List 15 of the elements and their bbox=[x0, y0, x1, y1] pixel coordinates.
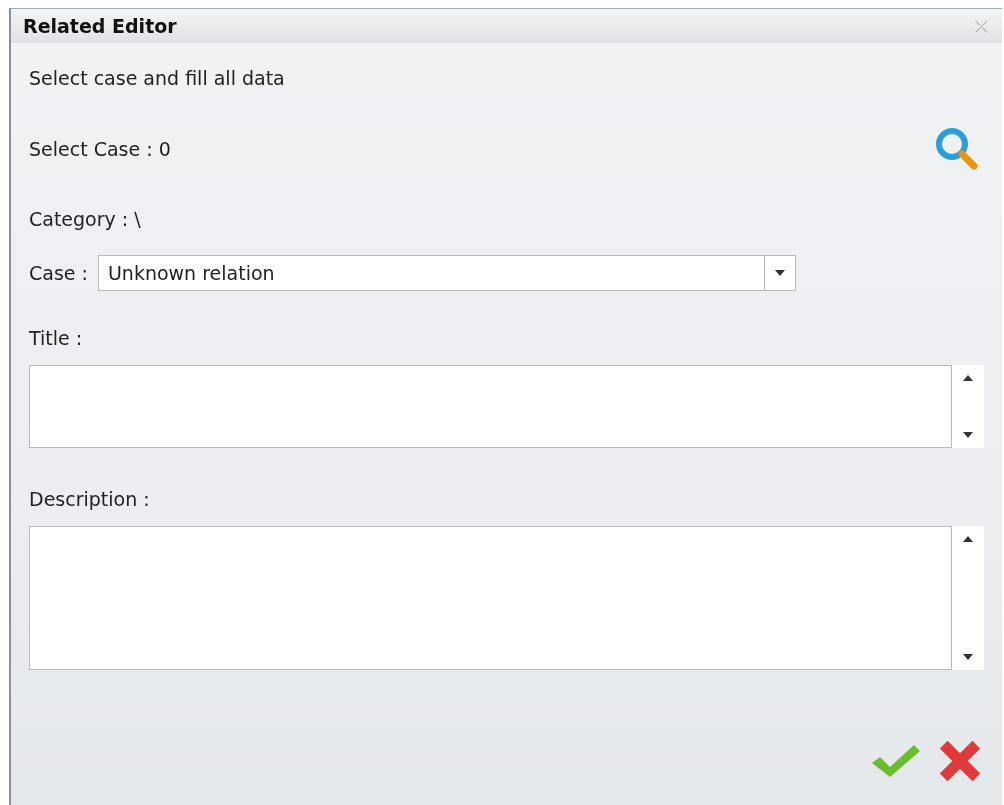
field-label: Description : bbox=[29, 488, 151, 510]
scroll-bar[interactable] bbox=[952, 365, 984, 448]
select-case-label: Select Case : 0 bbox=[29, 138, 171, 160]
window-title: Related Editor bbox=[23, 15, 177, 37]
down-arrow-icon[interactable] bbox=[963, 654, 973, 660]
case-dropdown[interactable]: Unknown relation bbox=[97, 255, 796, 291]
caret-icon bbox=[774, 270, 785, 276]
up-arrow-icon[interactable] bbox=[963, 375, 973, 381]
up-arrow-icon[interactable] bbox=[963, 536, 973, 542]
instruction-text: Select case and fill all data bbox=[29, 67, 286, 89]
case-label: Case : bbox=[29, 262, 88, 284]
field-label: Title : bbox=[29, 327, 84, 349]
scroll-bar[interactable] bbox=[952, 526, 984, 670]
category-label: Category : \ bbox=[29, 208, 142, 230]
down-arrow-icon[interactable] bbox=[963, 432, 973, 438]
